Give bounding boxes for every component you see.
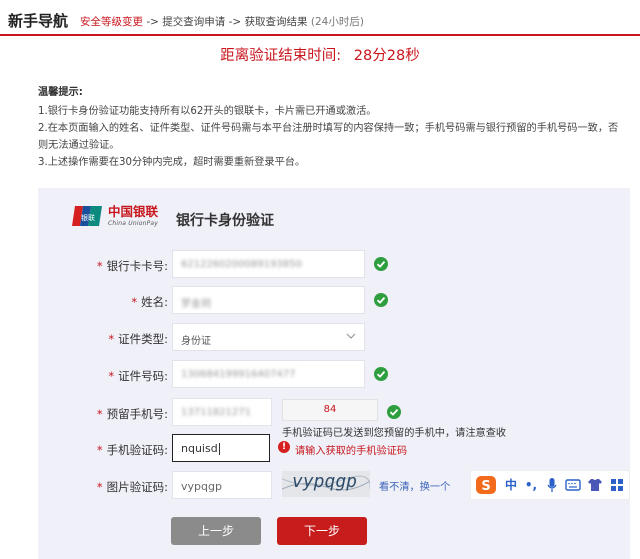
id-number-input[interactable]: 130684199916407477 [172,360,365,388]
ime-toolbar: S 中 •, [470,470,630,500]
unionpay-logo-badge-text: 银联 [81,213,95,222]
sms-code-input[interactable]: nquisd [172,434,270,462]
ime-chinese-mode[interactable]: 中 [503,475,519,495]
shirt-skin-icon[interactable] [587,475,603,495]
captcha-image-text: vypqgp [292,471,358,492]
step-get-result: 获取查询结果 [244,16,308,28]
top-nav-header: 新手导航 安全等级变更 -> 提交查询申请 -> 获取查询结果 (24小时后) [0,0,640,36]
step-submit-query: 提交查询申请 [162,16,226,28]
id-number-label: * 证件号码: [108,369,168,383]
sms-code-countdown-button[interactable]: 84 [282,399,378,421]
step-arrow: -> [228,16,242,28]
countdown-timer: 距离验证结束时间: 28分28秒 [0,44,640,65]
card-number-input[interactable]: 6212260200089193850 [172,250,365,278]
name-label: * 姓名: [131,295,168,309]
phone-input[interactable]: 13711821271 [172,398,272,426]
card-number-label: * 银行卡卡号: [96,259,168,273]
keyboard-icon[interactable] [565,475,581,495]
sms-code-label: * 手机验证码: [96,443,168,457]
text-caret [218,443,220,455]
check-icon [374,293,388,307]
unionpay-wordmark: 中国银联 China UnionPay [108,204,159,230]
phone-label: * 预留手机号: [96,407,168,421]
name-input[interactable]: 罗金玥 [172,286,365,314]
id-type-select[interactable]: 身份证 [172,323,365,351]
prev-step-button[interactable]: 上一步 [171,517,261,545]
id-number-row: * 证件号码: 130684199916407477 [38,360,630,390]
step-breadcrumb: 安全等级变更 -> 提交查询申请 -> 获取查询结果 (24小时后) [80,14,364,29]
id-type-label: * 证件类型: [108,332,168,346]
tip-item: 3.上述操作需要在30分钟内完成，超时需要重新登录平台。 [38,157,306,168]
sogou-s-icon[interactable]: S [475,475,497,495]
captcha-input[interactable]: vypqgp [172,471,272,499]
countdown-value: 28分28秒 [353,48,420,64]
sms-code-error: 请输入获取的手机验证码 [295,446,408,457]
check-icon [374,367,388,381]
microphone-icon[interactable] [545,475,559,495]
tips-section: 温馨提示: 1.银行卡身份验证功能支持所有以62开头的银联卡，卡片需已开通或激活… [38,84,628,171]
next-step-button[interactable]: 下一步 [277,517,367,545]
step-hint: (24小时后) [310,16,364,28]
captcha-refresh-link[interactable]: 看不清，换一个 [379,478,450,493]
form-title: 银行卡身份验证 [176,213,274,229]
step-arrow: -> [146,16,159,28]
grid-menu-icon[interactable] [609,475,625,495]
captcha-image[interactable]: vypqgp [282,471,370,497]
id-type-row: * 证件类型: 身份证 [38,323,630,353]
unionpay-cn: 中国银联 [108,204,159,219]
step-security-level[interactable]: 安全等级变更 [80,16,143,28]
id-type-value: 身份证 [181,336,211,347]
ime-punctuation-mode[interactable]: •, [523,475,539,495]
tip-item: 1.银行卡身份验证功能支持所有以62开头的银联卡，卡片需已开通或激活。 [38,106,377,117]
captcha-label: * 图片验证码: [96,480,168,494]
sms-code-row: * 手机验证码: nquisd ! 请输入获取的手机验证码 [38,434,630,464]
error-icon: ! [278,441,290,453]
card-number-row: * 银行卡卡号: 6212260200089193850 [38,250,630,280]
unionpay-en: China UnionPay [108,220,159,227]
check-icon [387,405,401,419]
check-icon [374,257,388,271]
verification-form-panel: 银联 中国银联 China UnionPay 银行卡身份验证 * 银行卡卡号: 6… [38,188,630,559]
countdown-label: 距离验证结束时间: [220,48,342,64]
tip-item: 2.在本页面输入的姓名、证件类型、证件号码需与本平台注册时填写的内容保持一致；手… [38,123,619,151]
sogou-letter: S [481,479,490,494]
nav-title: 新手导航 [8,12,69,30]
unionpay-logo-icon: 银联 [72,206,102,226]
name-row: * 姓名: 罗金玥 [38,286,630,316]
chevron-down-icon [346,331,356,341]
tips-title: 温馨提示: [38,87,83,98]
